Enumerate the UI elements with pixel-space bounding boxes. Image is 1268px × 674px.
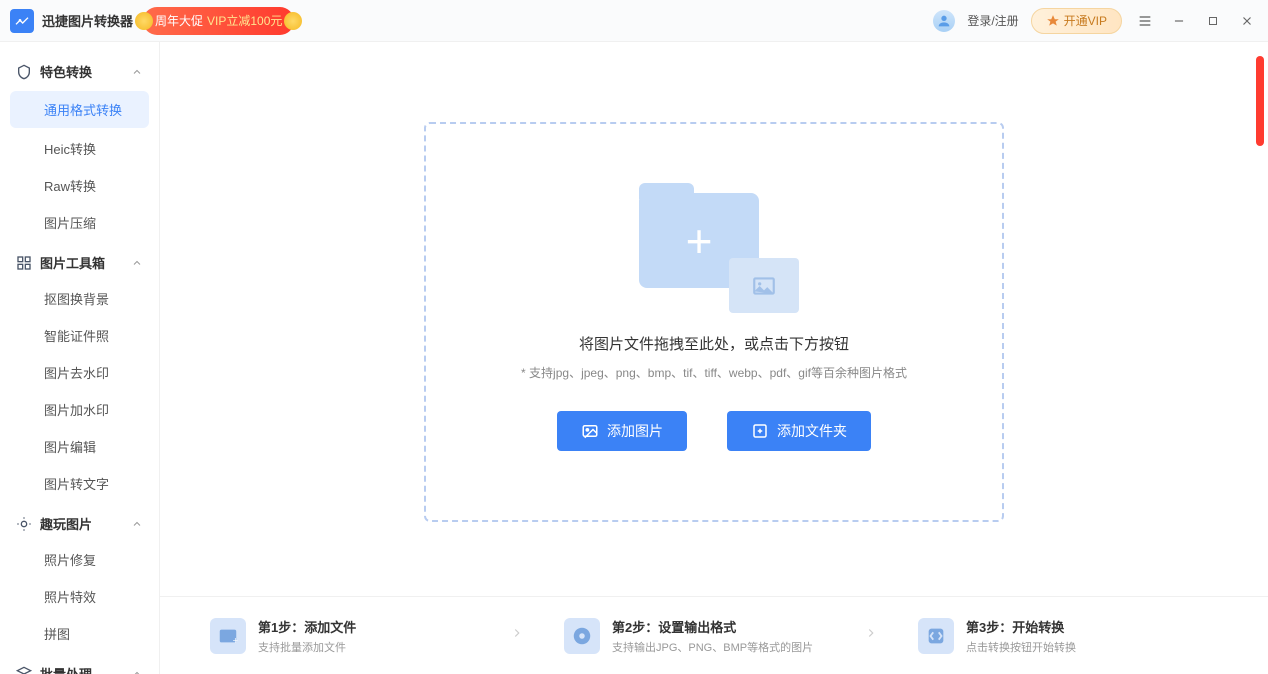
sidebar-item-compress[interactable]: 图片压缩 bbox=[0, 204, 159, 241]
login-link[interactable]: 登录/注册 bbox=[967, 12, 1018, 29]
sparkle-icon bbox=[16, 516, 32, 532]
image-icon bbox=[581, 422, 599, 440]
promo-badge[interactable]: 周年大促 VIP立减100元 bbox=[143, 7, 294, 35]
chevron-right-icon bbox=[864, 626, 878, 645]
sidebar-item-edit[interactable]: 图片编辑 bbox=[0, 428, 159, 465]
minimize-button[interactable] bbox=[1168, 10, 1190, 32]
step-desc: 支持批量添加文件 bbox=[258, 639, 356, 655]
sidebar-item-id-photo[interactable]: 智能证件照 bbox=[0, 317, 159, 354]
sidebar-item-general-convert[interactable]: 通用格式转换 bbox=[10, 91, 149, 128]
sidebar-group-special: 特色转换 通用格式转换 Heic转换 Raw转换 图片压缩 bbox=[0, 54, 159, 241]
menu-icon[interactable] bbox=[1134, 10, 1156, 32]
chevron-up-icon bbox=[131, 257, 143, 269]
avatar[interactable] bbox=[933, 10, 955, 32]
close-button[interactable] bbox=[1236, 10, 1258, 32]
sidebar-group-label: 批量处理 bbox=[40, 664, 131, 674]
image-icon bbox=[729, 258, 799, 313]
sidebar-item-effects[interactable]: 照片特效 bbox=[0, 578, 159, 615]
sidebar-item-cutout[interactable]: 抠图换背景 bbox=[0, 280, 159, 317]
steps-footer: + 第1步：添加文件 支持批量添加文件 第2步：设置输出格式 支持输出JPG、P… bbox=[160, 596, 1268, 674]
step-1: + 第1步：添加文件 支持批量添加文件 bbox=[210, 617, 510, 655]
drop-illustration: + bbox=[629, 193, 799, 313]
sidebar-item-raw[interactable]: Raw转换 bbox=[0, 167, 159, 204]
step-2: 第2步：设置输出格式 支持输出JPG、PNG、BMP等格式的图片 bbox=[564, 617, 864, 655]
step-convert-icon bbox=[918, 618, 954, 654]
layers-icon bbox=[16, 666, 32, 674]
coin-icon bbox=[135, 12, 153, 30]
drop-hint: * 支持jpg、jpeg、png、bmp、tif、tiff、webp、pdf、g… bbox=[521, 364, 907, 381]
vip-button[interactable]: 开通VIP bbox=[1031, 8, 1122, 34]
sidebar-header-special[interactable]: 特色转换 bbox=[0, 54, 159, 89]
sidebar-group-toolbox: 图片工具箱 抠图换背景 智能证件照 图片去水印 图片加水印 图片编辑 图片转文字 bbox=[0, 245, 159, 502]
sidebar-item-ocr[interactable]: 图片转文字 bbox=[0, 465, 159, 502]
sidebar-header-fun[interactable]: 趣玩图片 bbox=[0, 506, 159, 541]
scrollbar-indicator[interactable] bbox=[1256, 56, 1264, 146]
maximize-button[interactable] bbox=[1202, 10, 1224, 32]
sidebar-group-label: 图片工具箱 bbox=[40, 253, 131, 272]
svg-text:+: + bbox=[233, 635, 238, 645]
chevron-right-icon bbox=[510, 626, 524, 645]
vip-label: 开通VIP bbox=[1064, 12, 1107, 29]
step-desc: 支持输出JPG、PNG、BMP等格式的图片 bbox=[612, 639, 813, 655]
add-image-label: 添加图片 bbox=[607, 421, 663, 441]
shield-icon bbox=[16, 64, 32, 80]
step-title: 第2步：设置输出格式 bbox=[612, 617, 813, 636]
sidebar-header-batch[interactable]: 批量处理 bbox=[0, 656, 159, 674]
sidebar-item-add-watermark[interactable]: 图片加水印 bbox=[0, 391, 159, 428]
promo-prefix: 周年大促 bbox=[155, 12, 203, 29]
title-bar: 迅捷图片转换器 周年大促 VIP立减100元 登录/注册 开通VIP bbox=[0, 0, 1268, 42]
add-image-button[interactable]: 添加图片 bbox=[557, 411, 687, 451]
grid-icon bbox=[16, 255, 32, 271]
step-title: 第1步：添加文件 bbox=[258, 617, 356, 636]
sidebar-group-fun: 趣玩图片 照片修复 照片特效 拼图 bbox=[0, 506, 159, 652]
drop-zone[interactable]: + 将图片文件拖拽至此处，或点击下方按钮 * 支持jpg、jpeg、png、bm… bbox=[424, 122, 1004, 522]
step-3: 第3步：开始转换 点击转换按钮开始转换 bbox=[918, 617, 1218, 655]
app-logo bbox=[10, 9, 34, 33]
sidebar-group-label: 特色转换 bbox=[40, 62, 131, 81]
sidebar-header-toolbox[interactable]: 图片工具箱 bbox=[0, 245, 159, 280]
main-content: + 将图片文件拖拽至此处，或点击下方按钮 * 支持jpg、jpeg、png、bm… bbox=[160, 42, 1268, 674]
sidebar-item-remove-watermark[interactable]: 图片去水印 bbox=[0, 354, 159, 391]
sidebar-group-label: 趣玩图片 bbox=[40, 514, 131, 533]
sidebar-item-collage[interactable]: 拼图 bbox=[0, 615, 159, 652]
chevron-up-icon bbox=[131, 668, 143, 674]
sidebar-item-heic[interactable]: Heic转换 bbox=[0, 130, 159, 167]
sidebar-item-restore[interactable]: 照片修复 bbox=[0, 541, 159, 578]
drop-title: 将图片文件拖拽至此处，或点击下方按钮 bbox=[579, 333, 849, 354]
chevron-up-icon bbox=[131, 66, 143, 78]
add-folder-label: 添加文件夹 bbox=[777, 421, 847, 441]
promo-suffix: VIP立减100元 bbox=[207, 12, 282, 29]
folder-plus-icon bbox=[751, 422, 769, 440]
step-settings-icon bbox=[564, 618, 600, 654]
app-title: 迅捷图片转换器 bbox=[42, 11, 133, 30]
step-title: 第3步：开始转换 bbox=[966, 617, 1076, 636]
coin-icon bbox=[284, 12, 302, 30]
sidebar-group-batch: 批量处理 bbox=[0, 656, 159, 674]
chevron-up-icon bbox=[131, 518, 143, 530]
step-add-icon: + bbox=[210, 618, 246, 654]
sidebar: 特色转换 通用格式转换 Heic转换 Raw转换 图片压缩 图片工具箱 抠图换背… bbox=[0, 42, 160, 674]
step-desc: 点击转换按钮开始转换 bbox=[966, 639, 1076, 655]
add-folder-button[interactable]: 添加文件夹 bbox=[727, 411, 871, 451]
